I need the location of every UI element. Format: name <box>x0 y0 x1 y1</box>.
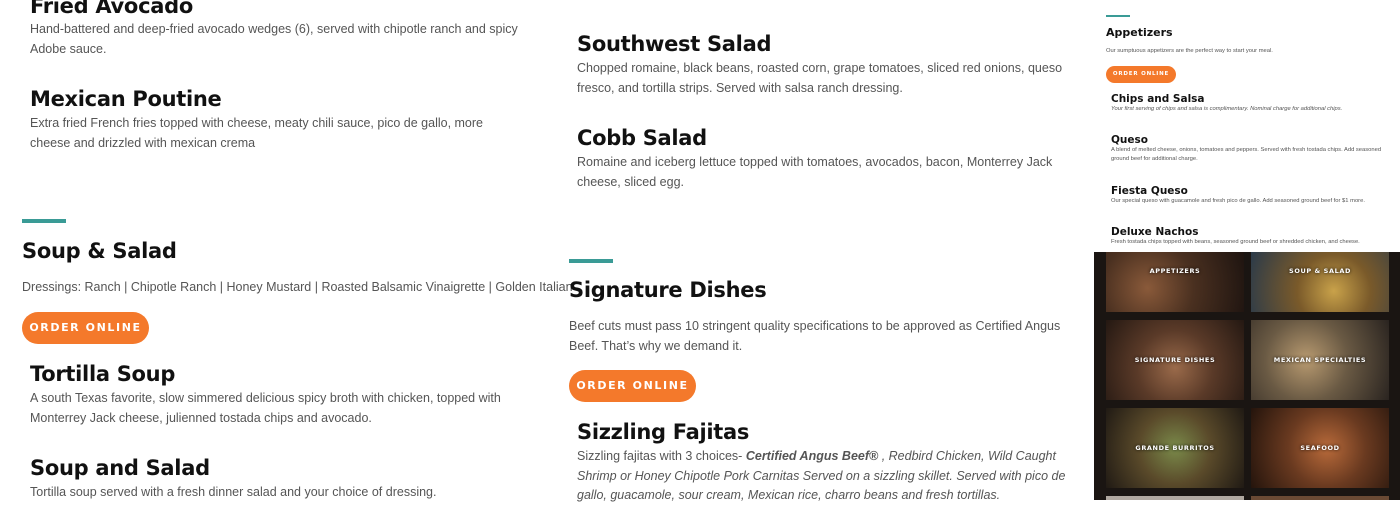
signature-description: Beef cuts must pass 10 stringent quality… <box>569 319 1061 353</box>
menu-item-soup-and-salad: Soup and Salad Tortilla soup served with… <box>30 453 520 503</box>
section-accent-rule <box>1106 15 1130 17</box>
tile-label: SEAFOOD <box>1300 444 1340 452</box>
grid-next-row-hint <box>1106 496 1244 500</box>
tile-label: SOUP & SALAD <box>1289 267 1351 276</box>
menu-item-southwest-salad: Southwest Salad Chopped romaine, black b… <box>577 29 1077 98</box>
dressings-text: Dressings: Ranch | Chipotle Ranch | Hone… <box>22 280 573 294</box>
menu-category-grid: APPETIZERS SOUP & SALAD SIGNATURE DISHES… <box>1094 252 1400 500</box>
item-description: Hand-battered and deep-fried avocado wed… <box>30 22 518 56</box>
item-description: Your first serving of chips and salsa is… <box>1111 106 1343 112</box>
section-title-soup-salad: Soup & Salad <box>22 239 177 263</box>
item-title: Chips and Salsa <box>1111 93 1205 105</box>
item-description: Extra fried French fries topped with che… <box>30 116 483 150</box>
item-title: Southwest Salad <box>577 32 772 56</box>
tile-label: APPETIZERS <box>1149 267 1201 276</box>
item-title: Mexican Poutine <box>30 87 222 111</box>
section-title-signature-dishes: Signature Dishes <box>569 278 767 302</box>
item-description: A south Texas favorite, slow simmered de… <box>30 391 501 425</box>
order-online-button[interactable]: ORDER ONLINE <box>1106 66 1176 83</box>
category-tile-grande-burritos[interactable]: GRANDE BURRITOS <box>1106 408 1244 488</box>
appetizers-preview-panel: Appetizers Our sumptuous appetizers are … <box>1094 0 1400 252</box>
desc-lead: Sizzling fajitas with 3 choices- <box>577 449 743 463</box>
appetizer-item-deluxe-nachos: Deluxe Nachos Fresh tostada chips topped… <box>1111 226 1391 247</box>
appetizer-item-fiesta-queso: Fiesta Queso Our special queso with guac… <box>1111 185 1391 206</box>
category-tile-signature-dishes[interactable]: SIGNATURE DISHES <box>1106 320 1244 400</box>
menu-item-cobb-salad: Cobb Salad Romaine and iceberg lettuce t… <box>577 123 1077 192</box>
item-title: Tortilla Soup <box>30 362 176 386</box>
certified-angus-beef: Certified Angus Beef® <box>745 449 879 463</box>
appetizers-description: Our sumptuous appetizers are the perfect… <box>1106 48 1273 54</box>
item-title: Fried Avocado <box>30 0 193 18</box>
appetizer-item-queso: Queso A blend of melted cheese, onions, … <box>1111 134 1391 164</box>
menu-item-tortilla-soup: Tortilla Soup A south Texas favorite, sl… <box>30 359 520 428</box>
section-accent-rule <box>22 219 66 223</box>
item-title: Fiesta Queso <box>1111 185 1188 197</box>
tile-label: SIGNATURE DISHES <box>1134 356 1216 364</box>
item-title: Sizzling Fajitas <box>577 420 750 444</box>
order-online-button[interactable]: ORDER ONLINE <box>22 312 149 344</box>
tile-label: GRANDE BURRITOS <box>1135 444 1215 452</box>
menu-item-sizzling-fajitas: Sizzling Fajitas Sizzling fajitas with 3… <box>577 417 1067 506</box>
item-description: Fresh tostada chips topped with beans, s… <box>1111 239 1360 245</box>
appetizer-item-chips-and-salsa: Chips and Salsa Your first serving of ch… <box>1111 93 1391 114</box>
item-description: Romaine and iceberg lettuce topped with … <box>577 155 1053 189</box>
menu-item-fried-avocado: Fried Avocado Hand-battered and deep-fri… <box>30 0 520 59</box>
category-tile-soup-salad[interactable]: SOUP & SALAD <box>1251 252 1389 312</box>
category-tile-mexican-specialties[interactable]: MEXICAN SPECIALTIES <box>1251 320 1389 400</box>
left-column: Fried Avocado Hand-battered and deep-fri… <box>0 0 573 503</box>
item-description: Our special queso with guacamole and fre… <box>1111 198 1365 204</box>
item-title: Cobb Salad <box>577 126 707 150</box>
appetizers-title: Appetizers <box>1106 26 1173 39</box>
item-title: Queso <box>1111 134 1148 146</box>
item-title: Soup and Salad <box>30 456 210 480</box>
section-accent-rule <box>569 259 613 263</box>
menu-item-mexican-poutine: Mexican Poutine Extra fried French fries… <box>30 84 520 153</box>
item-title: Deluxe Nachos <box>1111 226 1199 238</box>
middle-column: Southwest Salad Chopped romaine, black b… <box>560 0 1080 502</box>
item-description: Chopped romaine, black beans, roasted co… <box>577 61 1063 95</box>
tile-label: MEXICAN SPECIALTIES <box>1273 356 1367 364</box>
item-description: Sizzling fajitas with 3 choices- Certifi… <box>577 447 1067 506</box>
grid-next-row-hint <box>1251 496 1389 500</box>
order-online-button[interactable]: ORDER ONLINE <box>569 370 696 402</box>
category-tile-seafood[interactable]: SEAFOOD <box>1251 408 1389 488</box>
item-description: A blend of melted cheese, onions, tomato… <box>1111 147 1382 162</box>
category-tile-appetizers[interactable]: APPETIZERS <box>1106 252 1244 312</box>
